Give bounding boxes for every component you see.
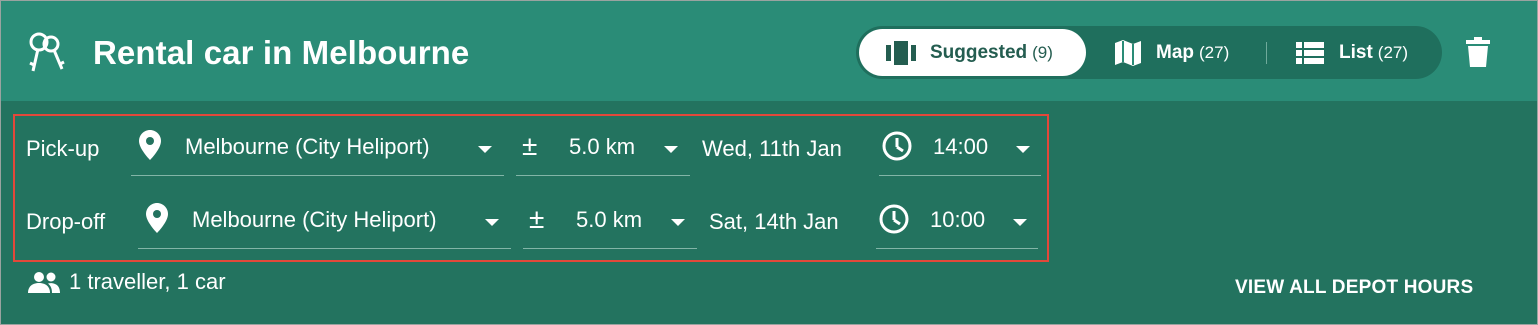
dropoff-location-select[interactable]: Melbourne (City Heliport)	[138, 189, 511, 249]
list-icon	[1296, 41, 1324, 64]
toggle-divider	[1266, 42, 1267, 64]
page-title: Rental car in Melbourne	[93, 34, 470, 71]
plus-minus-icon: ±	[529, 203, 545, 234]
pickup-radius-select[interactable]: ± 5.0 km	[516, 116, 690, 176]
dropoff-time-select[interactable]: 10:00	[876, 189, 1038, 249]
dropoff-radius-select[interactable]: ± 5.0 km	[523, 189, 697, 249]
pickup-radius-value: 5.0 km	[569, 134, 636, 159]
map-view-button[interactable]: Map (27)	[1114, 26, 1229, 79]
rental-car-panel: Rental car in Melbourne Suggested (9) Ma…	[0, 0, 1538, 325]
travellers-selector[interactable]: 1 traveller, 1 car	[27, 269, 226, 295]
suggested-view-button[interactable]: Suggested (9)	[859, 29, 1086, 76]
list-count: (27)	[1377, 42, 1409, 62]
view-depot-hours-link[interactable]: VIEW ALL DEPOT HOURS	[1235, 277, 1473, 299]
chevron-down-icon	[1016, 146, 1030, 153]
list-label: List	[1339, 41, 1373, 63]
trash-icon[interactable]	[1466, 37, 1490, 67]
pickup-location-value: Melbourne (City Heliport)	[185, 134, 430, 159]
map-count: (27)	[1199, 42, 1230, 62]
map-label: Map	[1156, 41, 1194, 63]
chevron-down-icon	[485, 219, 499, 226]
chevron-down-icon	[664, 146, 678, 153]
pickup-label: Pick-up	[26, 136, 100, 161]
list-view-button[interactable]: List (27)	[1296, 26, 1408, 79]
location-pin-icon	[146, 203, 168, 233]
location-pin-icon	[139, 130, 161, 160]
dropoff-radius-value: 5.0 km	[576, 207, 643, 232]
dropoff-location-value: Melbourne (City Heliport)	[192, 207, 437, 232]
chevron-down-icon	[478, 146, 492, 153]
chevron-down-icon	[1013, 219, 1027, 226]
pickup-location-select[interactable]: Melbourne (City Heliport)	[131, 116, 504, 176]
pickup-date[interactable]: Wed, 11th Jan	[702, 136, 842, 162]
suggested-label: Suggested	[930, 41, 1028, 63]
plus-minus-icon: ±	[522, 130, 538, 161]
search-form: Pick-up Melbourne (City Heliport) ± 5.0 …	[13, 114, 1049, 262]
map-icon	[1115, 39, 1141, 66]
dropoff-time-value: 10:00	[930, 207, 986, 232]
pickup-time-value: 14:00	[933, 134, 989, 159]
pickup-time-select[interactable]: 14:00	[879, 116, 1041, 176]
people-icon	[28, 272, 60, 293]
clock-icon	[879, 204, 909, 234]
dropoff-date[interactable]: Sat, 14th Jan	[709, 209, 839, 235]
chevron-down-icon	[671, 219, 685, 226]
panel-header: Rental car in Melbourne Suggested (9) Ma…	[1, 1, 1537, 101]
dropoff-label: Drop-off	[26, 209, 106, 234]
suggested-count: (9)	[1032, 42, 1053, 62]
carousel-icon	[886, 40, 916, 65]
clock-icon	[882, 131, 912, 161]
travellers-text: 1 traveller, 1 car	[69, 269, 226, 294]
view-toggle: Suggested (9) Map (27) List (27)	[856, 26, 1442, 79]
car-keys-icon	[29, 32, 65, 72]
